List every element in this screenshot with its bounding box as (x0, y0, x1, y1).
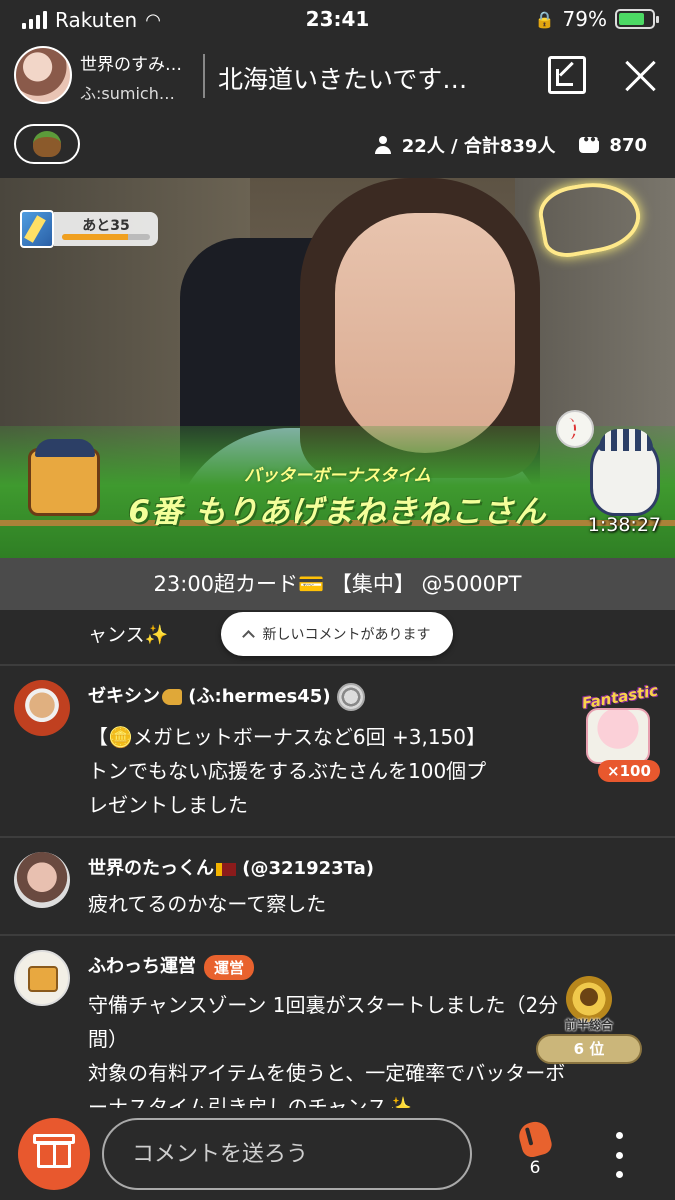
muscle-icon (162, 689, 182, 705)
comment-count: 870 (609, 134, 647, 156)
rank-widget[interactable]: 前半総合 6 位 (534, 976, 644, 1070)
comment-line: レゼントしました (88, 793, 248, 817)
progress-fill (62, 234, 128, 240)
commenter-handle: (ふ:hermes45) (182, 686, 331, 707)
progress-track (62, 234, 150, 240)
commenter-handle: (@321923Ta) (236, 858, 374, 879)
comment-line: 疲れてるのかなーて察した (88, 892, 327, 916)
progress-badge[interactable]: あと35 (20, 210, 160, 248)
commenter-name[interactable]: 世界のたっくん (@321923Ta) (88, 854, 374, 880)
gift-box-icon (37, 1142, 71, 1168)
bonus-subtitle: バッターボーナスタイム (244, 466, 431, 486)
header-divider (203, 54, 205, 98)
commenter-name-text: ふわっち運営 (88, 956, 196, 977)
comment-divider (0, 664, 675, 666)
clap-button[interactable]: 6 (508, 1118, 562, 1190)
close-button[interactable] (620, 56, 660, 96)
more-menu-button[interactable] (604, 1132, 634, 1178)
commenter-name[interactable]: ゼキシン (ふ:hermes45) (88, 682, 365, 711)
gift-count-badge: ×100 (598, 760, 660, 782)
room-header: 世界のすみ… ふ:sumich… 北海道いきたいです… (0, 40, 675, 112)
announcement-bar[interactable]: 23:00超カード💳 【集中】 @5000PT (0, 558, 675, 610)
host-avatar[interactable] (14, 46, 72, 104)
staff-avatar[interactable] (14, 950, 70, 1006)
baseball-icon (556, 410, 594, 448)
progress-label: あと35 (82, 218, 130, 234)
host-name[interactable]: 世界のすみ… (80, 50, 195, 75)
comment-icon (579, 133, 602, 153)
minimize-button[interactable] (548, 56, 586, 94)
comment-line: 間） (88, 1027, 128, 1051)
new-comment-button[interactable]: 新しいコメントがあります (221, 612, 453, 656)
viewer-count: 22人 / 合計839人 (401, 136, 556, 157)
clap-icon (516, 1118, 554, 1160)
silver-rank-badge-icon (336, 683, 365, 711)
host-id[interactable]: ふ:sumich… (80, 80, 195, 104)
viewer-stats: 22人 / 合計839人 870 (374, 132, 647, 158)
commenter-name-text: 世界のたっくん (88, 858, 214, 879)
comment-divider (0, 934, 675, 936)
comment-line: ーナスタイム引き戻しのチャンス✨ (88, 1095, 412, 1108)
room-title: 北海道いきたいです… (218, 65, 468, 94)
comment-line: 【🪙メガヒットボーナスなど6回 +3,150】 (88, 725, 486, 749)
previous-comment-tail: ャンス✨ (88, 624, 169, 646)
bottom-bar: 6 (0, 1108, 675, 1200)
chevron-up-icon (241, 629, 255, 643)
comment-divider (0, 836, 675, 838)
staff-badge: 運営 (204, 954, 255, 980)
battery-group: 🔒 79% (534, 7, 659, 31)
rotation-lock-icon: 🔒 (534, 9, 555, 29)
comment-line: 守備チャンスゾーン 1回裏がスタートしました（2分 (88, 993, 559, 1017)
comment-list[interactable]: ャンス✨ 新しいコメントがあります ゼキシン (ふ:hermes45) 【🪙メガ… (0, 610, 675, 1108)
new-comment-label: 新しいコメントがあります (262, 627, 431, 643)
comment-line: トンでもない応援をするぶたさんを100個プ (88, 759, 487, 783)
stream-timer: 1:38:27 (587, 514, 661, 536)
flag-icon (216, 862, 236, 876)
commenter-name[interactable]: ふわっち運営 運営 (88, 952, 255, 980)
rank-position: 6 位 (536, 1034, 642, 1064)
progress-box: あと35 (54, 212, 158, 246)
status-bar: Rakuten ◠ 23:41 🔒 79% (0, 0, 675, 40)
commenter-avatar[interactable] (14, 852, 70, 908)
mascot-icon (33, 131, 61, 157)
mascot-button[interactable] (14, 124, 80, 164)
person-icon (374, 136, 392, 154)
more-dot-icon (615, 1171, 623, 1178)
gift-sticker: Fantastic ×100 (578, 681, 662, 788)
clap-count: 6 (529, 1158, 541, 1178)
room-info-row: 22人 / 合計839人 870 (0, 112, 675, 178)
gift-button[interactable] (18, 1118, 90, 1190)
bat-icon (20, 210, 54, 248)
pig-cake-icon (586, 708, 650, 764)
battery-percent: 79% (562, 7, 607, 31)
fuwacchi-mascot-icon (28, 966, 58, 992)
live-video[interactable]: あと35 バッターボーナスタイム 6番 もりあげまねきねこさん 1:38:27 (0, 178, 675, 558)
battery-icon (615, 9, 659, 29)
more-dot-icon (615, 1151, 623, 1159)
video-streamer-face (335, 213, 515, 453)
rank-label: 前半総合 (564, 1018, 613, 1032)
commenter-name-text: ゼキシン (88, 686, 160, 707)
comment-line: 対象の有料アイテムを使うと、一定確率でバッターボ (88, 1061, 566, 1085)
commenter-avatar[interactable] (14, 680, 70, 736)
more-dot-icon (615, 1132, 623, 1139)
comment-input[interactable] (102, 1118, 472, 1190)
bonus-title: 6番 もりあげまねきねこさん (128, 494, 547, 530)
